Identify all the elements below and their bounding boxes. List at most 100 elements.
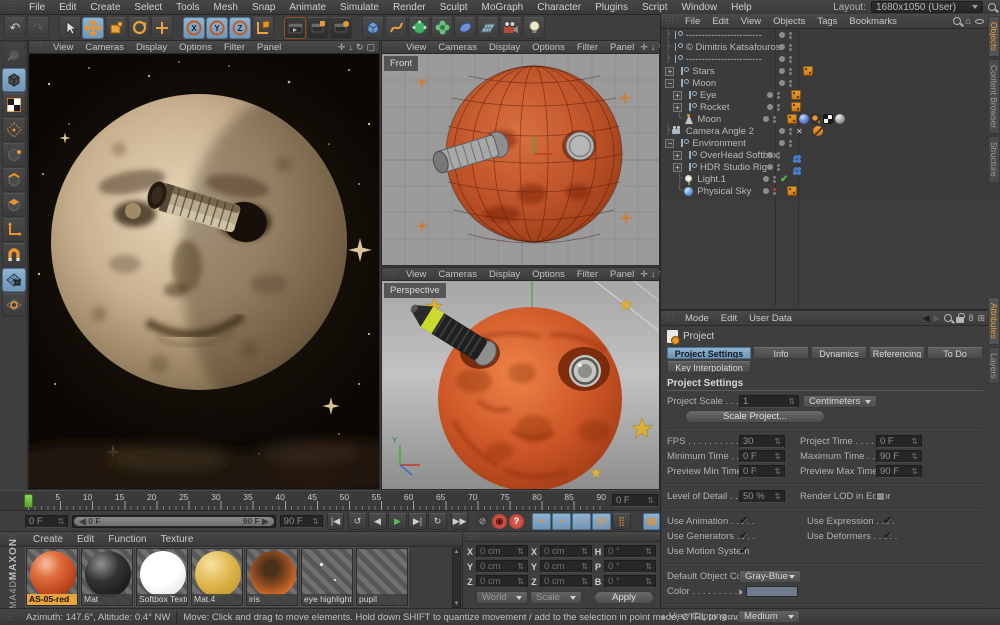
lock-icon[interactable] xyxy=(956,317,964,323)
scale-project-button[interactable]: Scale Project... xyxy=(685,410,825,423)
texture-tag-icon[interactable] xyxy=(835,114,845,124)
object-manager-grip[interactable] xyxy=(665,16,675,26)
attr-menu-mode[interactable]: Mode xyxy=(679,313,715,324)
render-visibility-dots[interactable] xyxy=(777,164,780,171)
render-visibility-dots[interactable] xyxy=(777,92,780,99)
menu-mesh[interactable]: Mesh xyxy=(207,2,245,13)
menu-edit[interactable]: Edit xyxy=(52,2,83,13)
om-menu-tags[interactable]: Tags xyxy=(811,16,843,27)
render-visibility-dots[interactable] xyxy=(777,104,780,111)
viewport-menu-options[interactable]: Options xyxy=(526,269,571,280)
render-visibility-dots[interactable] xyxy=(773,176,776,183)
menu-create[interactable]: Create xyxy=(83,2,127,13)
expand-icon[interactable]: + xyxy=(665,67,674,76)
tree-row[interactable]: + HDR Studio Rig xyxy=(661,161,1000,173)
tab-objects[interactable]: Objects xyxy=(988,16,1000,57)
tree-row[interactable]: + Rocket xyxy=(661,101,1000,113)
color-swatch[interactable] xyxy=(746,586,798,597)
viewport-menu-view[interactable]: View xyxy=(400,42,432,53)
object-name[interactable]: Rocket xyxy=(700,102,730,113)
tree-row[interactable]: + Stars xyxy=(661,65,1000,77)
viewport-menu-options[interactable]: Options xyxy=(526,42,571,53)
tab-attributes[interactable]: Attributes xyxy=(988,297,1000,345)
menu-script[interactable]: Script xyxy=(635,2,675,13)
viewport-menu-filter[interactable]: Filter xyxy=(571,42,604,53)
material-scrollbar[interactable]: ▲▼ xyxy=(452,548,461,608)
viewport-menu-filter[interactable]: Filter xyxy=(218,42,251,53)
tree-row[interactable]: + OverHead Softbox xyxy=(661,149,1000,161)
rotate-tool[interactable] xyxy=(128,17,150,39)
render-visibility-dots[interactable] xyxy=(789,140,792,147)
render-settings-button[interactable] xyxy=(330,17,352,39)
expand-icon[interactable]: + xyxy=(673,103,682,112)
menu-render[interactable]: Render xyxy=(386,2,433,13)
protection-tag-icon[interactable] xyxy=(813,126,823,136)
editor-visibility-dot[interactable] xyxy=(763,188,769,194)
coord-size-mode-dropdown[interactable]: Scale xyxy=(530,591,582,604)
menubar-grip[interactable] xyxy=(8,2,18,12)
search-icon[interactable] xyxy=(988,3,996,11)
maximum-time-field[interactable]: 90 F⇅ xyxy=(876,450,922,463)
add-camera-button[interactable] xyxy=(500,17,522,39)
viewport-menu-cameras[interactable]: Cameras xyxy=(432,269,483,280)
default-object-color-dropdown[interactable]: Gray-Blue xyxy=(739,570,801,583)
coordinates-grip[interactable] xyxy=(467,532,477,542)
expand-icon[interactable]: + xyxy=(673,91,682,100)
editor-visibility-dot[interactable] xyxy=(779,140,785,146)
object-name[interactable]: HDR Studio Rig xyxy=(700,162,767,173)
compositing-tag-icon[interactable] xyxy=(803,66,813,76)
edge-mode-button[interactable] xyxy=(2,143,26,167)
use-deformers-checkbox[interactable]: ✔ xyxy=(883,531,894,542)
search-icon[interactable] xyxy=(944,314,952,322)
tree-row[interactable]: ├ Light.1 ✔ xyxy=(661,173,1000,185)
viewport-menu-cameras[interactable]: Cameras xyxy=(79,42,130,53)
preview-max-time-field[interactable]: 90 F⇅ xyxy=(876,465,922,478)
menu-select[interactable]: Select xyxy=(127,2,169,13)
viewport-menu-panel[interactable]: Panel xyxy=(604,269,640,280)
lock-x-axis-button[interactable]: X xyxy=(183,17,205,39)
undo-button[interactable]: ↶ xyxy=(4,17,26,39)
object-name[interactable]: Camera Angle 2 xyxy=(686,126,754,137)
coord-z-size-field[interactable]: 0 cm⇅ xyxy=(540,575,592,588)
tree-row[interactable]: ├ ------------------------ xyxy=(661,53,1000,65)
editor-visibility-dot[interactable] xyxy=(767,164,773,170)
editor-visibility-dot[interactable] xyxy=(779,56,785,62)
redo-button[interactable]: ↷ xyxy=(27,17,49,39)
compositing-tag-icon[interactable] xyxy=(787,186,797,196)
fps-field[interactable]: 30⇅ xyxy=(739,435,785,448)
layout-select[interactable]: 1680x1050 (User) xyxy=(871,1,983,13)
key-parameter-toggle[interactable]: Ⓟ xyxy=(592,513,611,530)
timeline-playhead[interactable] xyxy=(24,494,33,508)
pan-view-icon[interactable]: ✛ xyxy=(640,42,648,53)
render-visibility-dots[interactable] xyxy=(789,128,792,135)
tab-referencing[interactable]: Referencing xyxy=(869,347,925,359)
tree-row[interactable]: ├ ------------------------ xyxy=(661,29,1000,41)
tab-key-interpolation[interactable]: Key Interpolation xyxy=(667,361,751,373)
key-scale-toggle[interactable]: ▪ xyxy=(552,513,571,530)
home-icon[interactable]: ⌂ xyxy=(965,16,971,27)
viewport-menu-filter[interactable]: Filter xyxy=(571,269,604,280)
viewport-menu-options[interactable]: Options xyxy=(173,42,218,53)
apply-button[interactable]: Apply xyxy=(594,591,654,604)
viewport-menu-panel[interactable]: Panel xyxy=(604,42,640,53)
tree-row[interactable]: + Eye xyxy=(661,89,1000,101)
menu-simulate[interactable]: Simulate xyxy=(333,2,386,13)
tab-layers[interactable]: Layers xyxy=(988,347,1000,385)
coord-z-position-field[interactable]: 0 cm⇅ xyxy=(476,575,528,588)
play-backwards-button[interactable]: ↺ xyxy=(348,513,367,530)
lock-workplane-button[interactable] xyxy=(2,293,26,317)
polygon-mode-button[interactable] xyxy=(2,193,26,217)
collapse-icon[interactable]: − xyxy=(665,139,674,148)
pan-view-icon[interactable]: ✛ xyxy=(640,269,648,280)
key-position-toggle[interactable]: + xyxy=(532,513,551,530)
viewport-front-canvas[interactable]: Front xyxy=(382,54,659,265)
compositing-tag-icon[interactable] xyxy=(791,90,801,100)
preview-range-scrollbar[interactable]: ◀ 0 F 90 F ▶ xyxy=(72,515,275,528)
collapse-icon[interactable]: − xyxy=(665,79,674,88)
tree-row[interactable]: − Environment xyxy=(661,137,1000,149)
autokey-record-button[interactable]: ◉ xyxy=(492,514,507,529)
zoom-view-icon[interactable]: ↓ xyxy=(348,42,353,53)
menu-help[interactable]: Help xyxy=(724,2,759,13)
previous-frame-button[interactable]: ◀ xyxy=(368,513,387,530)
history-forward-icon[interactable]: ▶ xyxy=(934,313,941,324)
